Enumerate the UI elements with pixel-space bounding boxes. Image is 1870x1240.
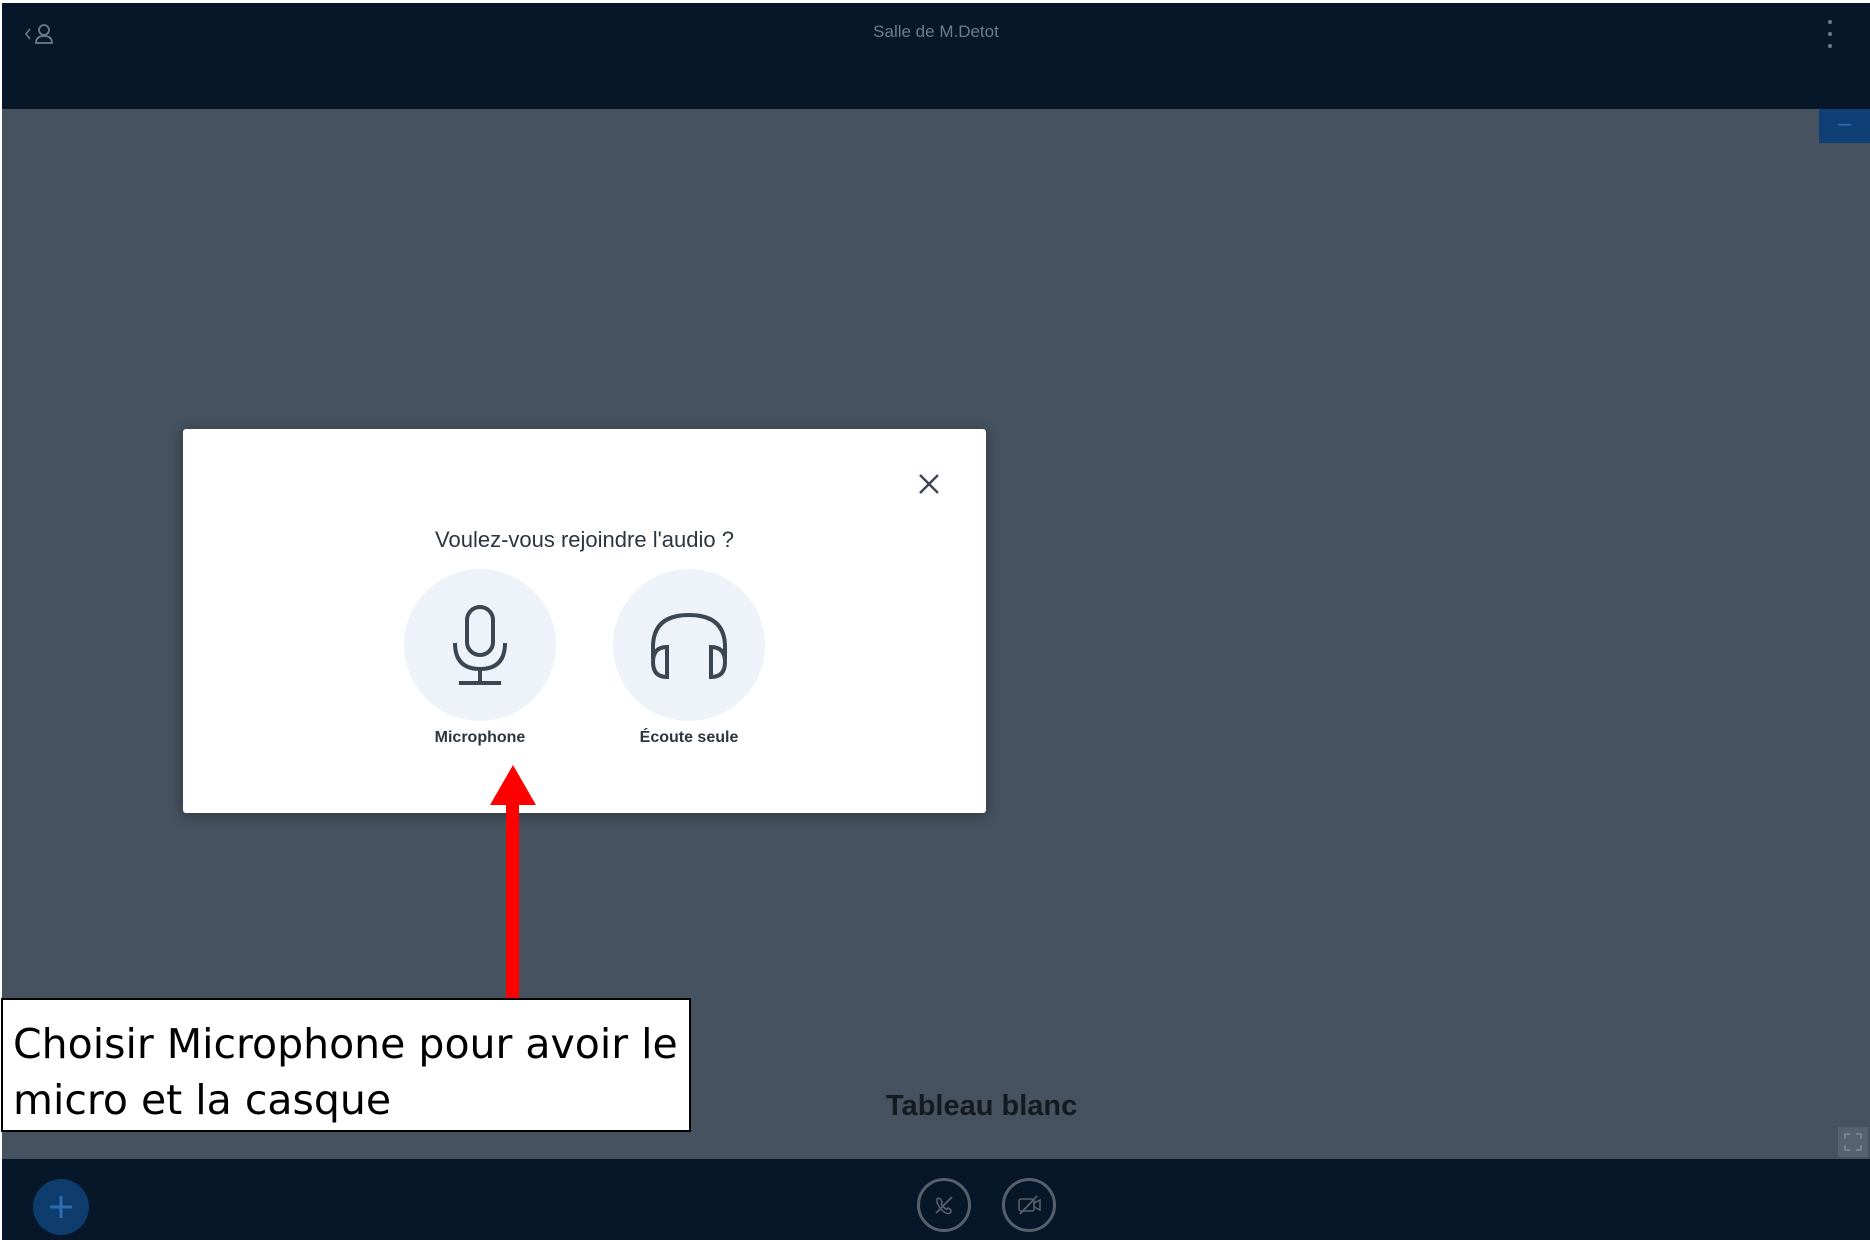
actions-plus-button[interactable] <box>33 1179 89 1235</box>
plus-icon <box>50 1196 72 1218</box>
microphone-icon <box>453 605 507 685</box>
listen-only-option-button[interactable]: Écoute seule <box>609 569 769 747</box>
listen-only-option-circle[interactable] <box>613 569 765 721</box>
microphone-option-circle[interactable] <box>404 569 556 721</box>
microphone-option-button[interactable]: Microphone <box>400 569 560 747</box>
modal-title: Voulez-vous rejoindre l'audio ? <box>435 527 734 552</box>
listen-only-option-label[interactable]: Écoute seule <box>609 729 769 747</box>
annotation-callout: Choisir Microphone pour avoir le micro e… <box>1 998 691 1132</box>
room-title: Salle de M.Detot <box>873 22 999 41</box>
bottom-action-bar <box>2 1159 1870 1240</box>
join-audio-modal: Voulez-vous rejoindre l'audio ? Micropho… <box>183 429 986 813</box>
top-bar: Salle de M.Detot <box>2 3 1870 109</box>
webcam-button[interactable] <box>1002 1178 1056 1232</box>
kebab-menu-icon[interactable] <box>1824 20 1836 48</box>
headphones-icon <box>650 612 728 680</box>
annotation-arrow-head <box>490 765 536 805</box>
phone-off-icon <box>935 1196 953 1215</box>
minimize-presentation-button[interactable]: – <box>1819 109 1870 143</box>
close-icon[interactable] <box>914 469 944 499</box>
whiteboard-title: Tableau blanc <box>886 1090 1078 1122</box>
app-frame: Salle de M.Detot – Tableau blanc Voulez-… <box>0 0 1870 1240</box>
fullscreen-icon[interactable] <box>1838 1127 1868 1157</box>
annotation-arrow-shaft <box>506 802 519 1000</box>
microphone-option-label[interactable]: Microphone <box>400 729 560 747</box>
video-off-icon <box>1018 1195 1041 1215</box>
join-audio-button[interactable] <box>917 1178 971 1232</box>
